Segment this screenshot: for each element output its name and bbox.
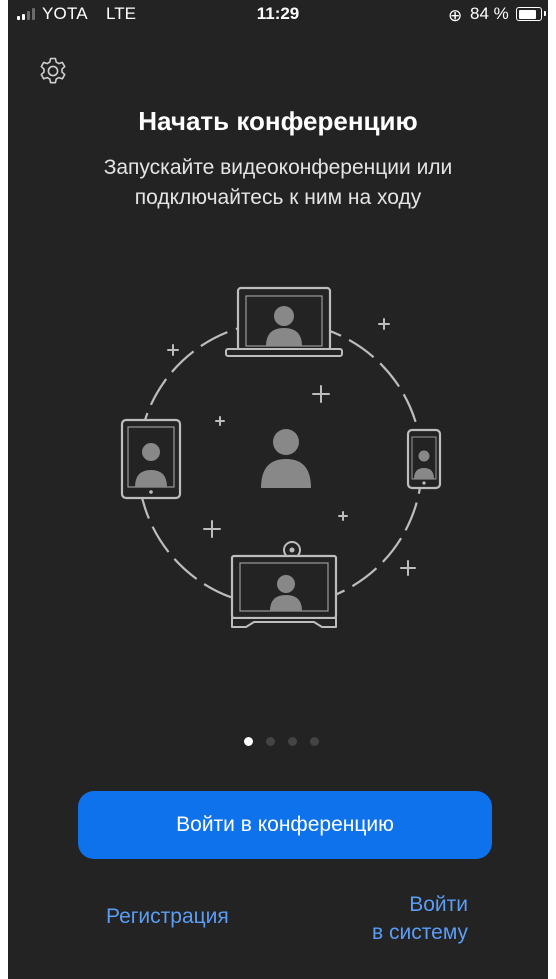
status-time: 11:29 (256, 4, 300, 23)
page-dot-3[interactable] (288, 737, 297, 746)
phone-icon (406, 428, 442, 490)
sign-up-link[interactable]: Регистрация (106, 905, 229, 929)
settings-button[interactable] (36, 54, 70, 88)
rotation-lock-icon: ⊕ (448, 6, 463, 25)
conference-illustration (120, 286, 442, 628)
status-bar: YOTA LTE 11:29 ⊕ 84 % (8, 0, 548, 28)
page-subtitle: Запускайте видеоконференции или подключа… (103, 156, 453, 209)
laptop-icon (225, 286, 343, 357)
carousel-page-indicator[interactable] (244, 737, 319, 746)
battery-icon (516, 7, 546, 21)
gear-icon (40, 57, 66, 84)
user-avatar-icon (261, 429, 311, 488)
room-display-icon (230, 541, 338, 628)
sign-in-link[interactable]: Войти в систему (330, 891, 468, 947)
sign-in-label-line2: в систему (372, 921, 468, 944)
tablet-icon (120, 418, 182, 500)
sign-in-label-line1: Войти (409, 893, 468, 916)
page-dot-2[interactable] (266, 737, 275, 746)
page-dot-1[interactable] (244, 737, 253, 746)
page-dot-4[interactable] (310, 737, 319, 746)
battery-percent: 84 % (470, 4, 509, 23)
page-title: Начать конференцию (138, 106, 418, 136)
join-meeting-button[interactable]: Войти в конференцию (78, 791, 492, 859)
app-screen: YOTA LTE 11:29 ⊕ 84 % Начать конференцию… (8, 0, 548, 979)
